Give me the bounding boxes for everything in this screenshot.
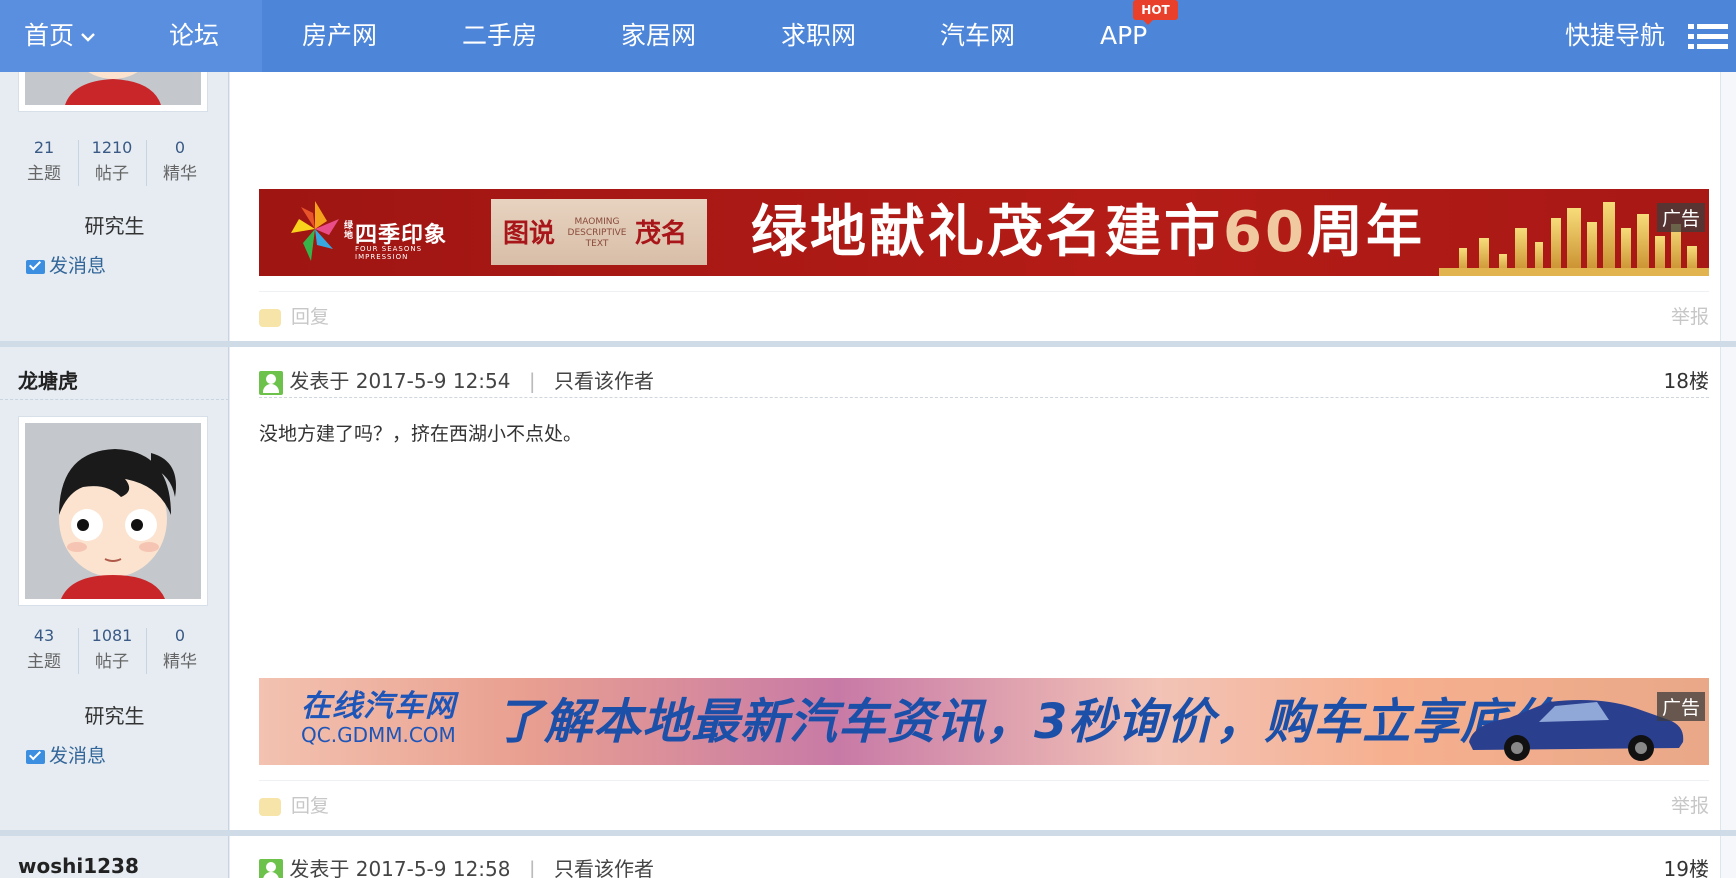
- post-body-text: 没地方建了吗？，挤在西湖小不点处。: [259, 423, 583, 445]
- auto-ad-banner[interactable]: 在线汽车网 QC.GDMM.COM 了解本地最新汽车资讯，3秒询价，购车立享底价…: [259, 678, 1709, 765]
- greenland-ad-banner[interactable]: 绿地 四季印象 FOUR SEASONS IMPRESSION 图说 MAOMI…: [259, 189, 1709, 276]
- post-header: 发表于 2017-5-9 12:58 | 只看该作者 19楼: [259, 850, 1709, 878]
- nav-second-hand-house[interactable]: 二手房: [462, 0, 537, 72]
- post-19-author-panel: woshi1238: [0, 836, 229, 878]
- nav-home-label: 首页: [24, 21, 75, 50]
- separator: |: [528, 369, 536, 393]
- report-link[interactable]: 举报: [1671, 302, 1709, 329]
- stat-posts[interactable]: 1210 帖子: [78, 136, 146, 188]
- top-navigation-bar: 首页 论坛 房产网 二手房 家居网 求职网 汽车网 APP HOT 快捷导航: [0, 0, 1736, 72]
- post-18-author-panel: 龙塘虎 43 主题 1081 帖子 0 精华 研究生 发消息: [0, 347, 229, 830]
- ad-label: 广告: [1656, 203, 1705, 232]
- ad-slogan: 了解本地最新汽车资讯，3秒询价，购车立享底价: [495, 694, 1559, 750]
- nav-auto[interactable]: 汽车网: [940, 0, 1015, 72]
- post-header: 发表于 2017-5-9 12:54 | 只看该作者 18楼: [259, 362, 1709, 398]
- nav-home-furnishing[interactable]: 家居网: [621, 0, 696, 72]
- ad-slogan: 绿地献礼茂名建市60周年: [751, 200, 1425, 265]
- mail-icon: [26, 259, 45, 274]
- descriptive-text-badge: 图说 MAOMING DESCRIPTIVE TEXT 茂名: [491, 199, 707, 265]
- stat-digest[interactable]: 0 精华: [146, 624, 214, 676]
- nav-property[interactable]: 房产网: [302, 0, 377, 72]
- mail-icon: [26, 749, 45, 764]
- author-stats: 21 主题 1210 帖子 0 精华: [10, 136, 220, 188]
- author-stats: 43 主题 1081 帖子 0 精华: [10, 624, 220, 676]
- post-19: woshi1238 发表于 2017-5-9 12:58 | 只看该作者 19楼: [0, 836, 1736, 878]
- nav-jobs[interactable]: 求职网: [781, 0, 856, 72]
- user-rank: 研究生: [84, 214, 145, 238]
- only-author-link[interactable]: 只看该作者: [554, 369, 654, 393]
- stat-posts[interactable]: 1081 帖子: [78, 624, 146, 676]
- reply-button[interactable]: 回复: [259, 791, 329, 818]
- ad-label: 广告: [1656, 692, 1705, 721]
- cartoon-avatar-icon: [25, 423, 201, 599]
- floor-number[interactable]: 19楼: [1664, 853, 1709, 878]
- hot-badge: HOT: [1133, 0, 1178, 25]
- floor-number[interactable]: 18楼: [1664, 365, 1709, 394]
- post-actions: 回复 举报: [259, 780, 1709, 818]
- reply-bubble-icon: [259, 308, 281, 327]
- hamburger-menu-icon[interactable]: [1688, 22, 1728, 52]
- stat-topics[interactable]: 21 主题: [10, 136, 78, 188]
- auto-site-logo: 在线汽车网 QC.GDMM.COM: [301, 689, 456, 747]
- author-name[interactable]: 龙塘虎: [18, 365, 78, 394]
- reply-bubble-icon: [259, 797, 281, 816]
- post-18: 龙塘虎 43 主题 1081 帖子 0 精华 研究生 发消息 发表于 2017-…: [0, 347, 1736, 830]
- four-seasons-logo: 绿地 四季印象 FOUR SEASONS IMPRESSION: [289, 199, 459, 269]
- reply-button[interactable]: 回复: [259, 302, 329, 329]
- post-timestamp: 发表于 2017-5-9 12:58: [289, 857, 511, 878]
- separator: |: [528, 857, 536, 878]
- nav-forum[interactable]: 论坛: [169, 0, 219, 72]
- stat-topics[interactable]: 43 主题: [10, 624, 78, 676]
- stat-digest[interactable]: 0 精华: [146, 136, 214, 188]
- post-timestamp: 发表于 2017-5-9 12:54: [289, 369, 511, 393]
- user-rank: 研究生: [84, 704, 145, 728]
- car-illustration: [1469, 700, 1684, 761]
- post-actions: 回复 举报: [259, 291, 1709, 329]
- author-name[interactable]: woshi1238: [18, 854, 139, 878]
- only-author-link[interactable]: 只看该作者: [554, 857, 654, 878]
- send-message-link[interactable]: 发消息: [26, 741, 106, 768]
- avatar[interactable]: [18, 416, 208, 606]
- send-message-link[interactable]: 发消息: [26, 251, 106, 278]
- chevron-down-icon: [81, 33, 95, 42]
- pinwheel-logo-icon: [291, 201, 339, 261]
- online-user-icon: [259, 858, 283, 878]
- nav-home[interactable]: 首页: [24, 0, 96, 72]
- report-link[interactable]: 举报: [1671, 791, 1709, 818]
- quick-nav-link[interactable]: 快捷导航: [1565, 0, 1665, 72]
- online-user-icon: [259, 370, 283, 395]
